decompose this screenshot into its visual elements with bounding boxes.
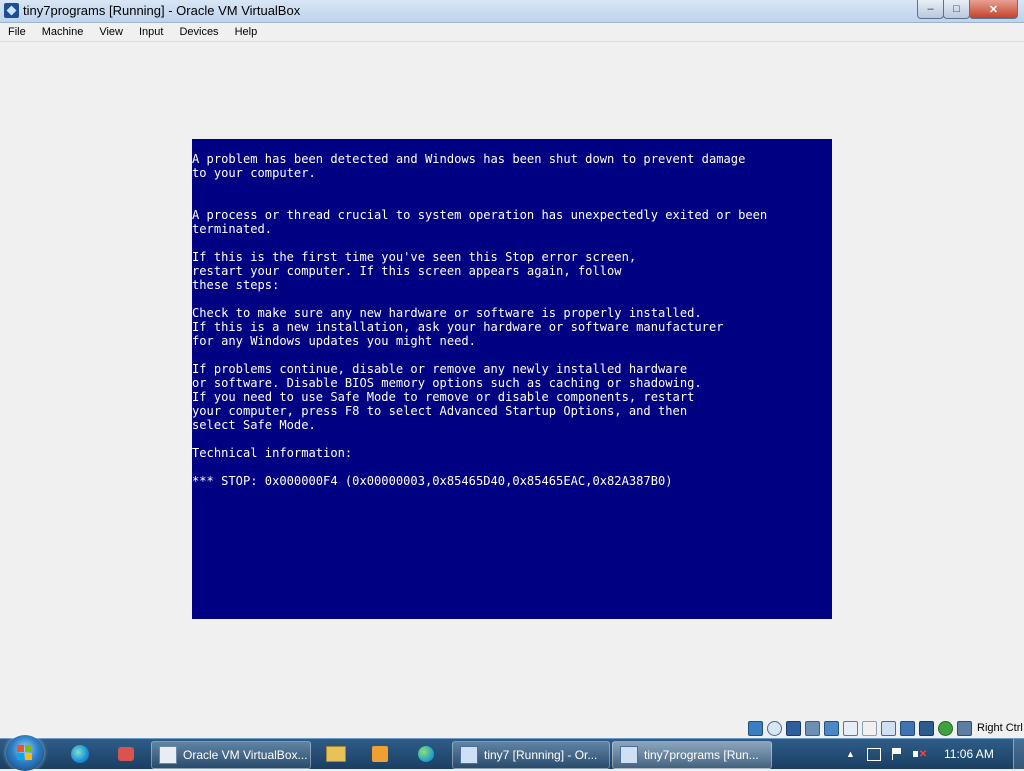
window-title-bar[interactable]: tiny7programs [Running] - Oracle VM Virt… — [0, 0, 1024, 23]
minimize-icon: – — [927, 3, 934, 15]
minimize-button[interactable]: – — [917, 0, 944, 19]
menu-bar: File Machine View Input Devices Help — [0, 23, 1024, 42]
clock[interactable]: 11:06 AM — [944, 747, 994, 761]
bsod-line: Technical information: — [192, 446, 353, 460]
menu-devices[interactable]: Devices — [171, 26, 226, 38]
taskbar-item-label: tiny7programs [Run... — [644, 748, 759, 762]
menu-input[interactable]: Input — [131, 26, 171, 38]
menu-file[interactable]: File — [0, 26, 34, 38]
vm-status-bar: Right Ctrl — [748, 719, 1024, 737]
shared-folders-icon[interactable] — [862, 720, 877, 736]
taskbar-item-label: tiny7 [Running] - Or... — [484, 748, 598, 762]
pinned-browser[interactable] — [66, 742, 94, 766]
menu-help[interactable]: Help — [227, 26, 266, 38]
window-title: tiny7programs [Running] - Oracle VM Virt… — [23, 3, 301, 18]
usb-icon[interactable] — [843, 720, 858, 736]
bsod-line: restart your computer. If this screen ap… — [192, 264, 622, 278]
taskbar: Oracle VM VirtualBox... tiny7 [Running] … — [0, 735, 1024, 771]
bsod-line: Check to make sure any new hardware or s… — [192, 306, 702, 320]
bsod-line: If problems continue, disable or remove … — [192, 362, 688, 376]
pinned-media-player[interactable] — [366, 742, 394, 766]
browser-icon — [71, 745, 89, 763]
pinned-edge[interactable] — [412, 742, 440, 766]
bsod-line: *** STOP: 0x000000F4 (0x00000003,0x85465… — [192, 474, 673, 488]
taskbar-item-label: Oracle VM VirtualBox... — [183, 748, 308, 762]
floppy-icon[interactable] — [786, 720, 801, 736]
maximize-icon: □ — [953, 3, 960, 15]
menu-view[interactable]: View — [91, 26, 131, 38]
virtualbox-icon — [4, 3, 19, 18]
bsod-line: your computer, press F8 to select Advanc… — [192, 404, 688, 418]
system-tray: ▲ ✕ — [846, 739, 927, 769]
windows-logo-icon — [17, 745, 33, 761]
taskbar-item-virtualbox-manager[interactable]: Oracle VM VirtualBox... — [151, 741, 311, 769]
start-button[interactable] — [6, 735, 44, 771]
video-capture-icon[interactable] — [900, 720, 915, 736]
optical-drive-icon[interactable] — [767, 720, 782, 736]
flag-icon[interactable] — [891, 748, 903, 760]
vm-display-bsod[interactable]: A problem has been detected and Windows … — [192, 139, 832, 619]
folder-icon — [326, 746, 346, 762]
taskbar-item-tiny7programs[interactable]: tiny7programs [Run... — [612, 741, 772, 769]
virtualbox-vm-icon — [460, 746, 478, 764]
display-icon[interactable] — [881, 720, 896, 736]
network-icon[interactable] — [824, 720, 839, 736]
media-player-icon — [372, 746, 388, 762]
hard-disk-icon[interactable] — [748, 720, 763, 736]
virtualbox-vm-icon — [620, 746, 638, 764]
bsod-line: to your computer. — [192, 166, 316, 180]
edge-icon — [418, 746, 434, 762]
app-icon — [118, 747, 134, 761]
maximize-button[interactable]: □ — [943, 0, 970, 19]
virtualbox-icon — [159, 746, 177, 764]
bsod-line: these steps: — [192, 278, 280, 292]
bsod-line: terminated. — [192, 222, 273, 236]
close-icon: ✕ — [988, 3, 999, 16]
bsod-line: A process or thread crucial to system op… — [192, 208, 768, 222]
cpu-icon[interactable] — [919, 720, 934, 736]
close-button[interactable]: ✕ — [969, 0, 1018, 19]
host-key-label: Right Ctrl — [977, 722, 1023, 734]
tray-expand-icon[interactable]: ▲ — [846, 749, 855, 759]
audio-icon[interactable] — [805, 720, 820, 736]
volume-muted-icon[interactable]: ✕ — [912, 748, 927, 760]
bsod-line: or software. Disable BIOS memory options… — [192, 376, 702, 390]
taskbar-item-tiny7[interactable]: tiny7 [Running] - Or... — [452, 741, 610, 769]
show-desktop-button[interactable] — [1013, 739, 1024, 769]
pinned-explorer[interactable] — [322, 742, 350, 766]
action-center-icon[interactable] — [866, 747, 881, 761]
keyboard-icon[interactable] — [957, 720, 972, 736]
menu-machine[interactable]: Machine — [34, 26, 92, 38]
pinned-app[interactable] — [112, 742, 140, 766]
bsod-line: If this is the first time you've seen th… — [192, 250, 637, 264]
bsod-line: A problem has been detected and Windows … — [192, 152, 746, 166]
mouse-integration-icon[interactable] — [938, 720, 953, 736]
bsod-line: If you need to use Safe Mode to remove o… — [192, 390, 695, 404]
bsod-line: If this is a new installation, ask your … — [192, 320, 724, 334]
bsod-line: select Safe Mode. — [192, 418, 316, 432]
bsod-line: for any Windows updates you might need. — [192, 334, 476, 348]
